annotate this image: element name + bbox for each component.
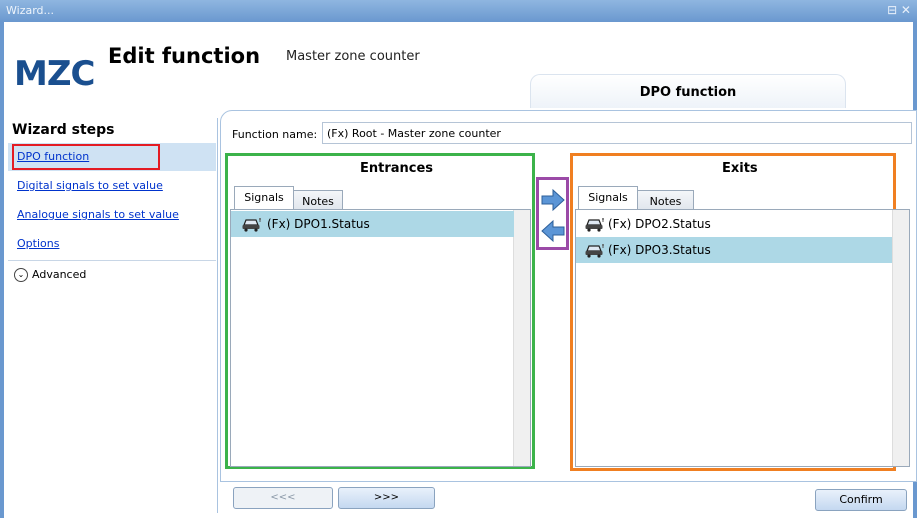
sidebar-item-label: Analogue signals to set value [17, 208, 179, 221]
car-icon [242, 218, 261, 232]
function-name-field[interactable]: (Fx) Root - Master zone counter [322, 122, 912, 144]
sidebar-item-label: Options [17, 237, 60, 250]
page-subtitle: Master zone counter [286, 49, 420, 64]
function-name-label: Function name: [232, 128, 318, 141]
entrances-title: Entrances [360, 161, 434, 176]
sidebar-item-digital-signals[interactable]: Digital signals to set value [8, 172, 216, 200]
arrow-left-icon[interactable] [540, 218, 566, 244]
list-item[interactable]: (Fx) DPO3.Status [576, 237, 892, 263]
app-logo: MZC [14, 54, 95, 94]
arrow-right-icon[interactable] [540, 187, 566, 213]
tab-dpo-function-label: DPO function [639, 85, 737, 100]
exits-scrollbar[interactable] [892, 210, 909, 466]
list-item[interactable]: (Fx) DPO2.Status [576, 211, 893, 237]
next-button[interactable]: >>> [338, 487, 435, 509]
function-name-value: (Fx) Root - Master zone counter [327, 127, 501, 140]
car-icon [585, 244, 604, 258]
tab-label: Signals [244, 191, 284, 204]
entrances-scrollbar[interactable] [513, 210, 530, 466]
sidebar-item-label: Digital signals to set value [17, 179, 163, 192]
previous-button[interactable]: <<< [233, 487, 333, 509]
sidebar-item-label: DPO function [17, 150, 90, 163]
signal-name: (Fx) DPO2.Status [608, 217, 711, 231]
confirm-button[interactable]: Confirm [815, 489, 907, 511]
exits-tab-signals[interactable]: Signals [578, 186, 638, 210]
page-title: Edit function [108, 44, 261, 68]
tab-label: Notes [302, 195, 334, 208]
advanced-expander[interactable]: ⌄ Advanced [8, 260, 216, 289]
chevron-down-icon: ⌄ [14, 268, 28, 282]
window-controls[interactable]: ⊟ ✕ [887, 3, 911, 17]
tab-label: Signals [588, 191, 628, 204]
wizard-steps-title: Wizard steps [12, 122, 115, 138]
signal-name: (Fx) DPO3.Status [608, 243, 711, 257]
window-title: Wizard... [6, 4, 55, 17]
exits-title: Exits [722, 161, 758, 176]
advanced-label: Advanced [32, 268, 87, 281]
list-item[interactable]: (Fx) DPO1.Status [231, 211, 514, 237]
exits-list[interactable]: (Fx) DPO2.Status (Fx) DPO3.Status [575, 209, 910, 467]
entrances-list[interactable]: (Fx) DPO1.Status [230, 209, 531, 467]
entrances-tab-signals[interactable]: Signals [234, 186, 294, 210]
window-titlebar: Wizard... ⊟ ✕ [0, 0, 917, 22]
wizard-steps-sidebar: Wizard steps DPO function Digital signal… [8, 118, 218, 513]
sidebar-item-analogue-signals[interactable]: Analogue signals to set value [8, 201, 216, 229]
tab-dpo-function[interactable]: DPO function [530, 74, 846, 108]
signal-name: (Fx) DPO1.Status [267, 217, 370, 231]
sidebar-item-options[interactable]: Options [8, 230, 216, 258]
car-icon [585, 218, 604, 232]
tab-label: Notes [649, 195, 682, 208]
sidebar-item-dpo-function[interactable]: DPO function [8, 143, 216, 171]
